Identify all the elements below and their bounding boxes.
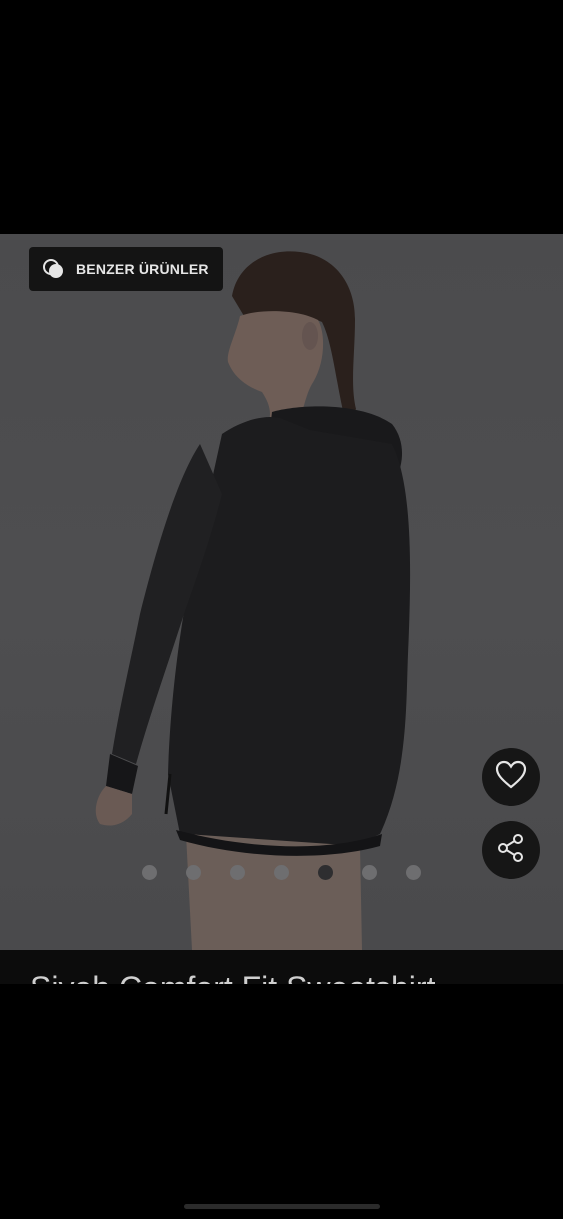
gallery-pagination	[0, 865, 563, 880]
gallery-dot-6[interactable]	[362, 865, 377, 880]
screen: BENZER ÜRÜNLER	[0, 0, 563, 1219]
share-icon	[496, 833, 526, 868]
product-title-strip: Siyah Comfort Fit Sweatshirt	[0, 950, 563, 984]
product-photo-figure	[95, 251, 411, 950]
gallery-dot-4[interactable]	[274, 865, 289, 880]
home-indicator[interactable]	[184, 1204, 380, 1209]
gallery-dot-3[interactable]	[230, 865, 245, 880]
similar-products-label: BENZER ÜRÜNLER	[76, 261, 209, 277]
gallery-dot-7[interactable]	[406, 865, 421, 880]
product-title: Siyah Comfort Fit Sweatshirt	[30, 970, 435, 984]
overlapping-circles-icon	[41, 256, 67, 282]
product-image[interactable]: BENZER ÜRÜNLER	[0, 234, 563, 950]
gallery-dot-2[interactable]	[186, 865, 201, 880]
similar-products-button[interactable]: BENZER ÜRÜNLER	[29, 247, 223, 291]
heart-icon	[495, 760, 527, 795]
favorite-button[interactable]	[482, 748, 540, 806]
gallery-dot-5[interactable]	[318, 865, 333, 880]
gallery-dot-1[interactable]	[142, 865, 157, 880]
